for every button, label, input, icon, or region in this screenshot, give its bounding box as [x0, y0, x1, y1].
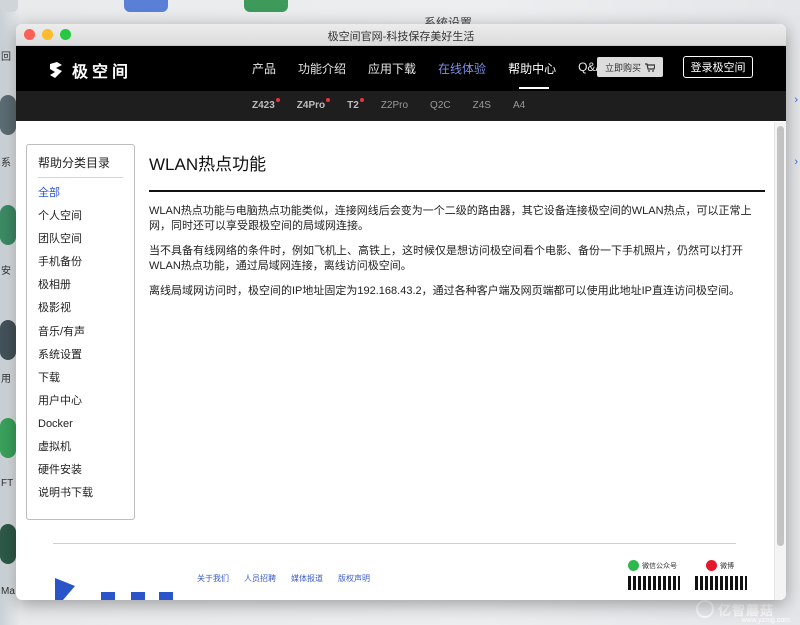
dock-label: Ma [1, 586, 15, 597]
footer-link-careers[interactable]: 人员招聘 [244, 573, 276, 584]
page-scrollbar[interactable] [774, 122, 786, 600]
title-divider [149, 190, 765, 192]
dock-label: 系 [1, 158, 11, 169]
help-category-sidebar: 帮助分类目录 全部 个人空间 团队空间 手机备份 极相册 极影视 音乐/有声 系… [26, 144, 135, 520]
sidebar-item-manuals[interactable]: 说明书下载 [38, 485, 123, 508]
wechat-label: 微信公众号 [642, 562, 677, 570]
login-button[interactable]: 登录极空间 [683, 56, 753, 78]
watermark-text: 亿智蘑菇 [718, 602, 775, 618]
sidebar-title: 帮助分类目录 [38, 154, 123, 178]
logo-text: 极空间 [72, 64, 133, 81]
tab-z423[interactable]: Z423 [252, 98, 280, 111]
product-subnav: Z423 Z4Pro T2 Z2Pro Q2C Z4S A4 [16, 91, 786, 121]
buy-now-button[interactable]: 立即购买 [597, 57, 663, 77]
nav-item-products[interactable]: 产品 [252, 60, 276, 77]
sidebar-item-photos[interactable]: 极相册 [38, 277, 123, 300]
footer-link-copyright[interactable]: 版权声明 [338, 573, 370, 584]
tab-t2[interactable]: T2 [347, 98, 364, 111]
page-title: WLAN热点功能 [149, 155, 267, 174]
tab-z4s[interactable]: Z4S [473, 100, 491, 111]
dock-app-icon [0, 95, 16, 135]
product-tabs: Z423 Z4Pro T2 Z2Pro Q2C Z4S A4 [252, 98, 547, 111]
buy-now-label: 立即购买 [604, 62, 641, 73]
chevron-right-icon: › [794, 156, 798, 168]
chevron-right-icon: › [794, 94, 798, 106]
weibo-qr-code [695, 576, 747, 590]
weibo-icon [706, 560, 717, 571]
wechat-icon [628, 560, 639, 571]
dock-app-icon [244, 0, 288, 12]
footer-divider [53, 543, 736, 544]
watermark-icon [696, 600, 714, 618]
nav-item-features[interactable]: 功能介绍 [298, 60, 346, 77]
new-badge-dot [326, 98, 331, 102]
nav-menu: 产品 功能介绍 应用下载 在线体验 帮助中心 Q&A [252, 60, 625, 77]
sidebar-item-all[interactable]: 全部 [38, 185, 123, 208]
tab-label: T2 [347, 100, 359, 111]
dock-app-icon [0, 205, 16, 245]
logo-icon [50, 62, 62, 78]
dock-label: 回 [1, 52, 11, 63]
dock-label: 用 [1, 374, 11, 385]
article-paragraph: 当不具备有线网络的条件时，例如飞机上、高铁上，这时候仅是想访问极空间看个电影、备… [149, 245, 743, 272]
dock-app-icon [0, 0, 18, 12]
watermark: 亿智蘑菇 [696, 599, 792, 619]
sidebar-item-phone-backup[interactable]: 手机备份 [38, 254, 123, 277]
wechat-link[interactable]: 微信公众号 [628, 560, 677, 571]
nav-item-downloads[interactable]: 应用下载 [368, 60, 416, 77]
footer-links: 关于我们 人员招聘 媒体报道 版权声明 [197, 573, 385, 584]
weibo-label: 微博 [720, 562, 734, 570]
new-badge-dot [275, 98, 280, 102]
footer-link-press[interactable]: 媒体报道 [291, 573, 323, 584]
scrollbar-thumb[interactable] [777, 126, 784, 546]
site-logo[interactable]: 极空间 [48, 58, 132, 82]
article-paragraph: WLAN热点功能与电脑热点功能类似，连接网线后会变为一个二级的路由器，其它设备连… [149, 205, 752, 232]
tab-label: Z423 [252, 100, 275, 111]
nav-item-online-demo[interactable]: 在线体验 [438, 60, 486, 77]
dock-label: 安 [1, 266, 11, 277]
sidebar-item-personal-space[interactable]: 个人空间 [38, 208, 123, 231]
new-badge-dot [359, 98, 364, 102]
sidebar-item-team-space[interactable]: 团队空间 [38, 231, 123, 254]
dock-app-icon [0, 418, 16, 458]
wechat-qr-code [628, 576, 680, 590]
dock-label: FT [1, 478, 14, 489]
browser-window: 极空间官网-科技保存美好生活 极空间 产品 功能介绍 应用下载 在线体验 帮助中… [16, 24, 786, 600]
article-paragraph: 离线局域网访问时，极空间的IP地址固定为192.168.43.2，通过各种客户端… [149, 285, 741, 297]
window-title: 极空间官网-科技保存美好生活 [327, 31, 475, 43]
sidebar-item-system-settings[interactable]: 系统设置 [38, 347, 123, 370]
tab-z4pro[interactable]: Z4Pro [296, 98, 331, 111]
nav-item-help-center[interactable]: 帮助中心 [508, 60, 556, 77]
sidebar-item-vm[interactable]: 虚拟机 [38, 439, 123, 462]
watermark-url: www.yzmg.com [741, 617, 790, 624]
dock-app-icon [124, 0, 168, 12]
nav-active-indicator [519, 87, 549, 89]
cart-icon [645, 62, 655, 72]
top-navigation: 极空间 产品 功能介绍 应用下载 在线体验 帮助中心 Q&A 立即购买 登录极空… [16, 46, 786, 91]
sidebar-item-videos[interactable]: 极影视 [38, 300, 123, 323]
tab-a4[interactable]: A4 [513, 100, 525, 111]
window-titlebar[interactable]: 极空间官网-科技保存美好生活 [16, 24, 786, 46]
weibo-link[interactable]: 微博 [706, 560, 734, 571]
tab-q2c[interactable]: Q2C [430, 100, 451, 111]
tab-label: Z4Pro [296, 100, 326, 111]
article-content: WLAN热点功能 WLAN热点功能与电脑热点功能类似，连接网线后会变为一个二级的… [149, 144, 765, 309]
sidebar-item-user-center[interactable]: 用户中心 [38, 393, 123, 416]
dock-app-icon [0, 320, 16, 360]
dock-app-icon [0, 524, 16, 564]
tab-z2pro[interactable]: Z2Pro [381, 100, 408, 111]
footer-logo[interactable] [53, 576, 193, 600]
sidebar-item-hardware[interactable]: 硬件安装 [38, 462, 123, 485]
sidebar-item-download[interactable]: 下载 [38, 370, 123, 393]
sidebar-item-music[interactable]: 音乐/有声 [38, 324, 123, 347]
footer-link-about[interactable]: 关于我们 [197, 573, 229, 584]
sidebar-item-docker[interactable]: Docker [38, 416, 123, 439]
